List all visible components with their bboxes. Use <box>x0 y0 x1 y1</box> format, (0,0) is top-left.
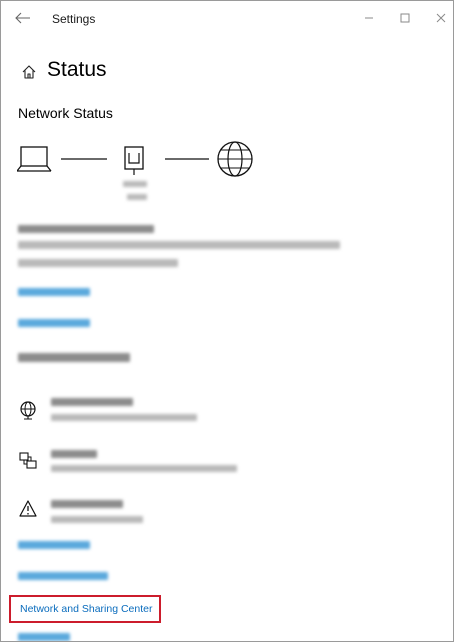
network-sharing-icon <box>18 451 38 471</box>
network-name-redacted <box>123 181 147 187</box>
network-and-sharing-center-link[interactable]: Network and Sharing Center <box>20 603 153 615</box>
title-bar: Settings <box>1 1 453 35</box>
globe-icon <box>217 141 253 177</box>
hardware-properties-link-redacted[interactable] <box>18 541 90 549</box>
router-icon <box>124 146 144 175</box>
data-usage-link-redacted[interactable] <box>18 319 90 327</box>
status-description-line-2 <box>18 259 178 267</box>
properties-link-redacted[interactable] <box>18 288 90 296</box>
adapter-options-title-redacted <box>51 398 133 406</box>
back-arrow-icon[interactable] <box>13 10 33 26</box>
warning-icon <box>18 499 38 519</box>
network-diagram <box>16 141 277 213</box>
status-heading-redacted <box>18 225 154 233</box>
home-icon[interactable] <box>21 64 37 80</box>
network-type-redacted <box>127 194 147 200</box>
troubleshooter-desc-redacted <box>51 516 143 523</box>
maximize-button[interactable] <box>393 9 417 27</box>
minimize-button[interactable] <box>357 9 381 27</box>
globe-network-icon <box>18 400 38 420</box>
advanced-settings-heading-redacted <box>18 353 130 362</box>
adapter-options-desc-redacted <box>51 414 197 421</box>
settings-window: Settings Status Network Status Network a… <box>0 0 454 642</box>
status-description-line-1 <box>18 241 340 249</box>
laptop-icon <box>16 146 52 172</box>
troubleshooter-title-redacted <box>51 500 123 508</box>
network-reset-link-redacted[interactable] <box>18 633 70 641</box>
connection-properties-link-redacted[interactable] <box>18 572 108 580</box>
section-title: Network Status <box>18 105 113 121</box>
close-button[interactable] <box>429 9 453 27</box>
page-title: Status <box>47 58 107 81</box>
app-title: Settings <box>52 12 96 26</box>
sharing-options-title-redacted <box>51 450 97 458</box>
sharing-options-desc-redacted <box>51 465 237 472</box>
